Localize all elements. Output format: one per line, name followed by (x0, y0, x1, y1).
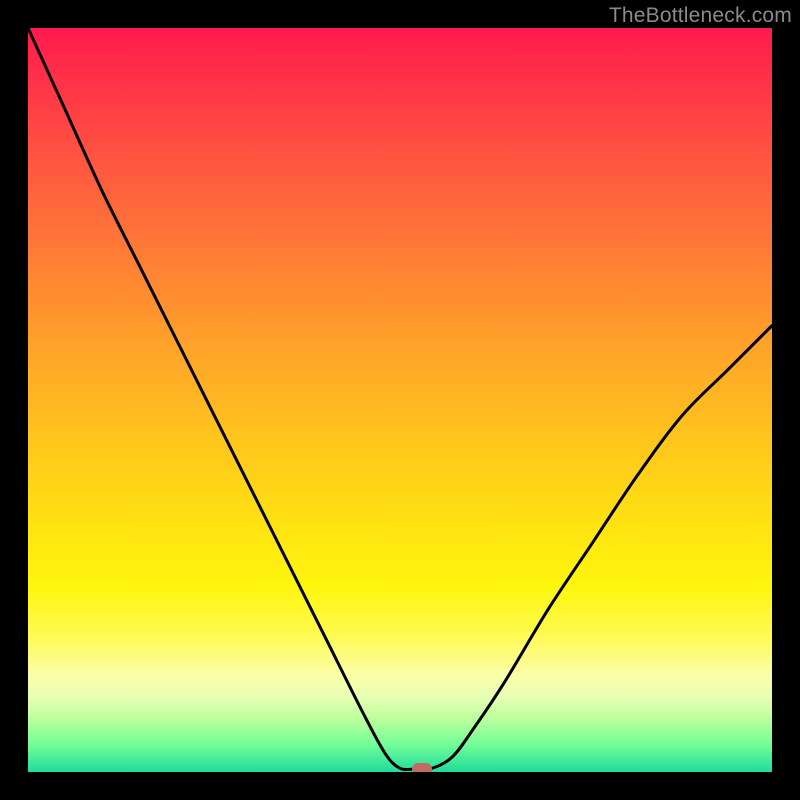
plot-area (28, 28, 772, 772)
minimum-marker (412, 763, 432, 772)
series-line (28, 28, 772, 772)
watermark-text: TheBottleneck.com (609, 4, 792, 28)
chart-frame: TheBottleneck.com (0, 0, 800, 800)
